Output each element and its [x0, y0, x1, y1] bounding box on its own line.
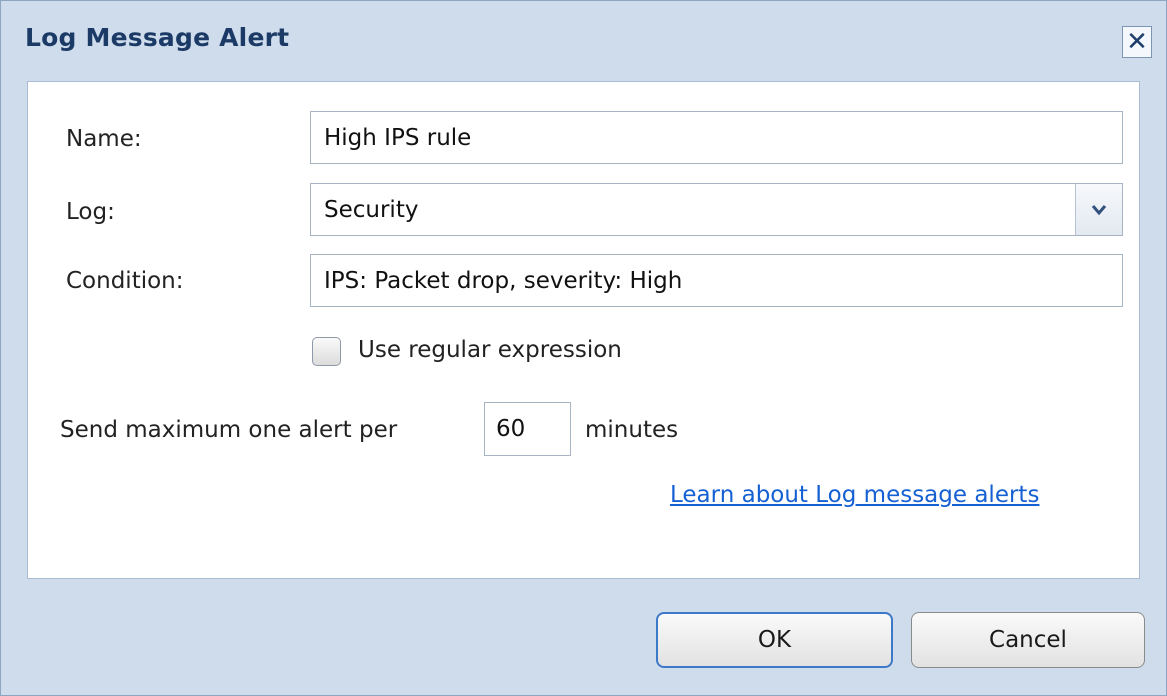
use-regular-expression-checkbox[interactable] — [312, 337, 341, 366]
name-input[interactable]: High IPS rule — [310, 111, 1123, 164]
form-panel: Name: High IPS rule Log: Security Condit… — [27, 81, 1140, 579]
minutes-label: minutes — [585, 417, 679, 443]
condition-input[interactable]: IPS: Packet drop, severity: High — [310, 254, 1123, 307]
ok-button[interactable]: OK — [656, 612, 893, 668]
send-maximum-label: Send maximum one alert per — [60, 417, 398, 443]
alert-interval-value: 60 — [496, 416, 526, 442]
close-button[interactable]: ✕ — [1122, 26, 1152, 58]
log-label: Log: — [66, 199, 115, 225]
dialog-title: Log Message Alert — [25, 23, 290, 52]
name-input-value: High IPS rule — [324, 124, 472, 151]
name-label: Name: — [66, 126, 142, 152]
log-select[interactable]: Security — [310, 183, 1123, 236]
alert-interval-input[interactable]: 60 — [484, 402, 571, 456]
log-select-value: Security — [324, 196, 419, 223]
condition-label: Condition: — [66, 268, 184, 294]
learn-log-message-alerts-link[interactable]: Learn about Log message alerts — [670, 482, 1039, 508]
close-icon: ✕ — [1126, 27, 1148, 57]
condition-input-value: IPS: Packet drop, severity: High — [324, 267, 683, 294]
cancel-button[interactable]: Cancel — [911, 612, 1145, 668]
dropdown-arrow-button[interactable] — [1075, 184, 1122, 235]
log-message-alert-dialog: Log Message Alert ✕ Name: High IPS rule … — [0, 0, 1167, 696]
use-regular-expression-label: Use regular expression — [358, 337, 622, 363]
chevron-down-icon — [1091, 204, 1107, 215]
